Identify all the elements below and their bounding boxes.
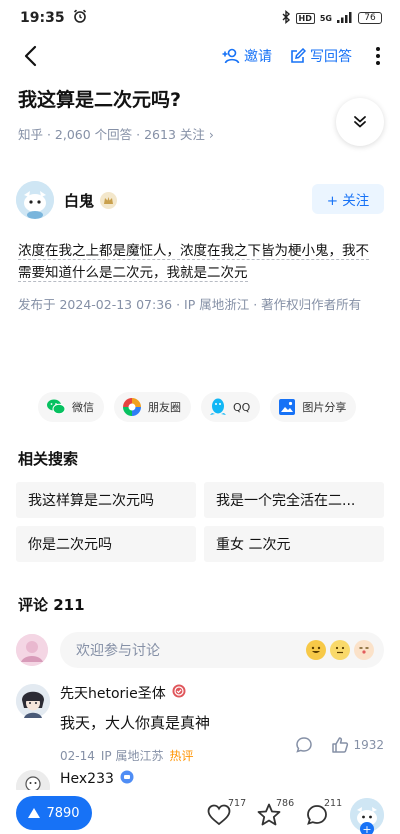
hd-badge: HD xyxy=(295,12,315,24)
more-menu-button[interactable] xyxy=(370,47,386,65)
share-label: QQ xyxy=(233,400,251,414)
emoji-grin-icon[interactable] xyxy=(306,640,326,660)
edit-icon xyxy=(291,48,306,63)
invite-user-icon xyxy=(222,48,240,64)
answer-meta: 发布于 2024-02-13 07:36 · IP 属地浙江 · 著作权归作者所… xyxy=(18,297,362,312)
verified-badge-icon xyxy=(172,684,186,702)
comment-author-name[interactable]: Hex233 xyxy=(60,771,114,787)
comment-input-row: 欢迎参与讨论 xyxy=(16,632,384,668)
nav-bar: 邀请 写回答 xyxy=(0,38,400,74)
share-moments-button[interactable]: 朋友圈 xyxy=(114,392,191,422)
back-button[interactable] xyxy=(16,42,44,70)
follow-plus-icon[interactable]: + xyxy=(360,822,374,834)
more-vertical-icon xyxy=(376,47,380,65)
image-share-icon xyxy=(279,399,296,415)
comment-text: 我天，大人你真是真神 xyxy=(60,714,211,732)
share-wechat-button[interactable]: 微信 xyxy=(38,392,104,422)
comment-item: Hex233 xyxy=(16,770,384,804)
emoji-think-icon[interactable] xyxy=(330,640,350,660)
share-label: 微信 xyxy=(72,401,94,414)
qq-icon xyxy=(210,398,226,415)
wechat-icon xyxy=(47,399,66,415)
comment-reply-button[interactable] xyxy=(295,736,313,754)
comment-date: 02-14 xyxy=(60,748,95,763)
comment-author-name[interactable]: 先天hetorie圣体 xyxy=(60,683,166,703)
member-badge-icon xyxy=(120,770,134,788)
upvote-triangle-icon xyxy=(28,808,41,818)
bottom-action-bar: 7890 717 786 211 xyxy=(0,790,400,834)
status-bar: 19:35 HD 5G 76 xyxy=(0,0,400,36)
share-label: 朋友圈 xyxy=(148,401,181,414)
question-header: 我这算是二次元吗? 知乎 · 2,060 个回答 · 2613 关注 › xyxy=(18,86,318,143)
moments-icon xyxy=(123,398,141,416)
comment-like-button[interactable]: 1932 xyxy=(331,736,384,754)
comment-input[interactable]: 欢迎参与讨论 xyxy=(60,632,384,668)
favorite-count: 786 xyxy=(276,798,295,809)
battery-icon: 76 xyxy=(358,12,382,24)
invite-button[interactable]: 邀请 xyxy=(222,46,272,66)
alarm-icon xyxy=(73,9,87,27)
upvote-button[interactable]: 7890 xyxy=(16,796,92,830)
share-qq-button[interactable]: QQ xyxy=(201,392,261,422)
like-count: 717 xyxy=(228,798,247,809)
answer-text: 浓度在我之上都是魔怔人，浓度在我之下皆为梗小鬼，我不需要知道什么是二次元，我就是… xyxy=(18,243,369,282)
related-search-item[interactable]: 我是一个完全活在二... xyxy=(204,482,384,518)
back-arrow-icon xyxy=(24,45,37,67)
author-row: 白鬼 + 关注 xyxy=(16,180,384,220)
related-search-grid: 我这样算是二次元吗 我是一个完全活在二... 你是二次元吗 重女 二次元 xyxy=(16,482,384,562)
network-label: 5G xyxy=(319,13,332,23)
collapse-button[interactable] xyxy=(336,98,384,146)
upvote-count: 7890 xyxy=(46,805,80,821)
my-avatar[interactable] xyxy=(16,634,48,666)
status-time: 19:35 xyxy=(20,10,65,26)
share-row: 微信 朋友圈 QQ 图片分享 xyxy=(38,392,357,422)
related-search-title: 相关搜索 xyxy=(18,450,79,468)
write-answer-label: 写回答 xyxy=(310,49,352,65)
comment-avatar[interactable] xyxy=(16,684,50,718)
question-title[interactable]: 我这算是二次元吗? xyxy=(18,86,318,114)
related-search-item[interactable]: 我这样算是二次元吗 xyxy=(16,482,196,518)
comments-title: 评论 211 xyxy=(18,596,85,614)
comment-bubble-icon xyxy=(296,737,313,753)
write-answer-button[interactable]: 写回答 xyxy=(290,46,352,66)
question-meta[interactable]: 知乎 · 2,060 个回答 · 2613 关注 › xyxy=(18,124,318,143)
author-level-badge-icon xyxy=(100,191,118,209)
comment-item: 先天hetorie圣体 我天，大人你真是真神 02-14 IP 属地江苏 热评 … xyxy=(16,684,384,764)
comment-placeholder: 欢迎参与讨论 xyxy=(76,643,160,659)
comment-like-count: 1932 xyxy=(353,738,384,752)
share-label: 图片分享 xyxy=(302,401,347,414)
follow-button[interactable]: + 关注 xyxy=(312,184,384,214)
share-image-button[interactable]: 图片分享 xyxy=(270,392,357,422)
thumb-up-icon xyxy=(332,737,349,753)
hot-comment-tag: 热评 xyxy=(169,749,194,763)
comment-count: 211 xyxy=(324,798,343,809)
related-search-item[interactable]: 你是二次元吗 xyxy=(16,526,196,562)
emoji-cry-icon[interactable] xyxy=(354,640,374,660)
signal-icon xyxy=(337,11,353,26)
author-avatar[interactable] xyxy=(16,181,54,219)
double-chevron-down-icon xyxy=(354,116,366,128)
bluetooth-icon xyxy=(281,9,291,27)
answer-content: 浓度在我之上都是魔怔人，浓度在我之下皆为梗小鬼，我不需要知道什么是二次元，我就是… xyxy=(18,240,382,284)
related-search-item[interactable]: 重女 二次元 xyxy=(204,526,384,562)
comment-ip: IP 属地江苏 xyxy=(100,749,164,763)
author-name[interactable]: 白鬼 xyxy=(64,190,94,211)
invite-label: 邀请 xyxy=(244,49,272,65)
